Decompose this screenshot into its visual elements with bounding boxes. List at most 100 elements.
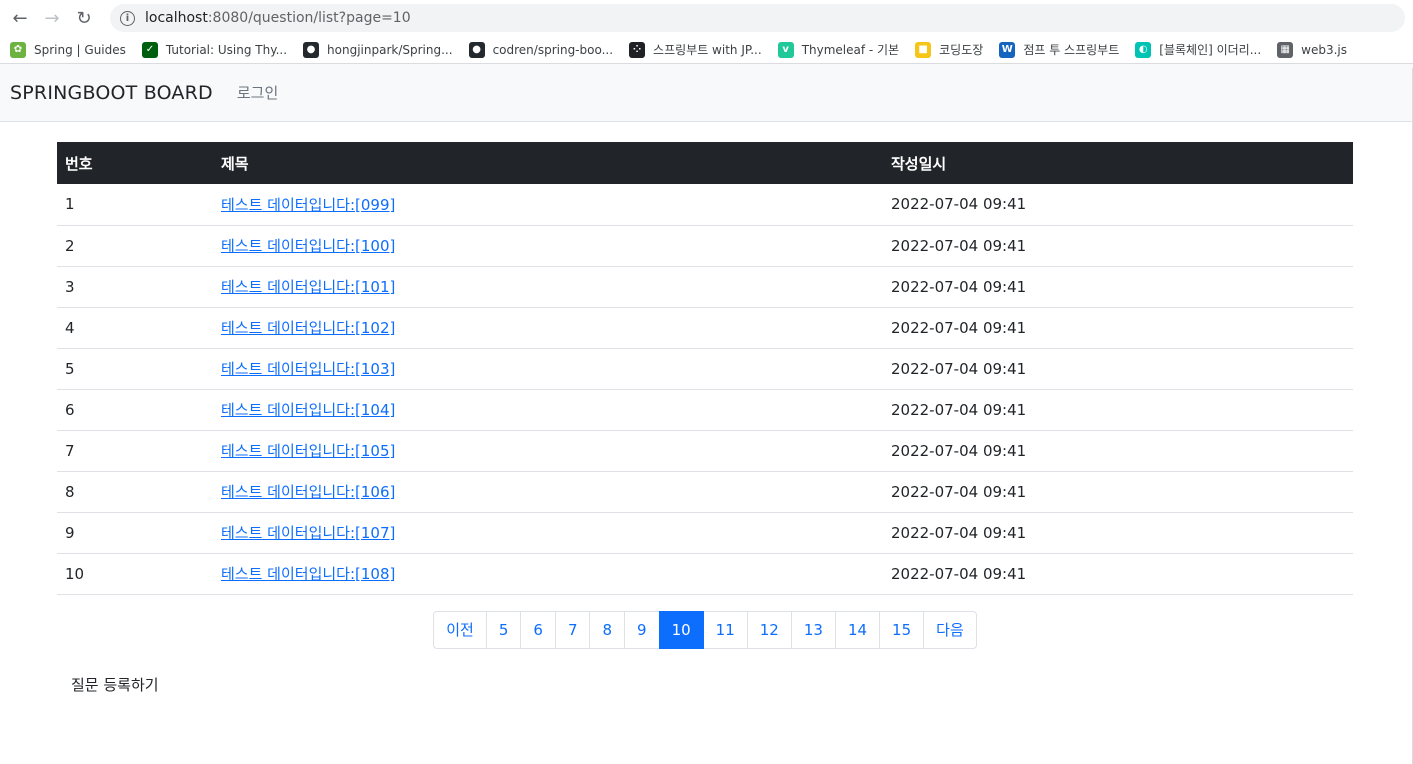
- bookmark-item[interactable]: ✓ Tutorial: Using Thy...: [141, 41, 288, 58]
- table-row: 1 테스트 데이터입니다:[099] 2022-07-04 09:41: [57, 184, 1353, 226]
- question-subject-link[interactable]: 테스트 데이터입니다:[106]: [221, 483, 395, 501]
- row-title-cell: 테스트 데이터입니다:[104]: [213, 389, 883, 431]
- table-row: 10 테스트 데이터입니다:[108] 2022-07-04 09:41: [57, 553, 1353, 595]
- question-subject-link[interactable]: 테스트 데이터입니다:[108]: [221, 565, 395, 583]
- question-subject-link[interactable]: 테스트 데이터입니다:[100]: [221, 237, 395, 255]
- row-number: 3: [57, 266, 213, 308]
- question-subject-link[interactable]: 테스트 데이터입니다:[099]: [221, 196, 395, 214]
- question-subject-link[interactable]: 테스트 데이터입니다:[102]: [221, 319, 395, 337]
- row-number: 7: [57, 430, 213, 472]
- brand-link[interactable]: SPRINGBOOT BOARD: [10, 82, 213, 104]
- address-bar[interactable]: i localhost:8080/question/list?page=10: [110, 4, 1405, 32]
- bookmark-label: Thymeleaf - 기본: [801, 43, 900, 57]
- create-question-button[interactable]: 질문 등록하기: [71, 674, 159, 695]
- page-button[interactable]: 14: [834, 610, 881, 649]
- table-row: 9 테스트 데이터입니다:[107] 2022-07-04 09:41: [57, 512, 1353, 554]
- bookmark-label: [블록체인] 이더리...: [1159, 43, 1262, 57]
- bookmark-label: 코딩도장: [939, 43, 984, 57]
- bookmark-label: Spring | Guides: [34, 42, 126, 57]
- row-date: 2022-07-04 09:41: [883, 512, 1353, 554]
- row-date: 2022-07-04 09:41: [883, 389, 1353, 431]
- bookmark-item[interactable]: ⁘ 스프링부트 with JP...: [629, 41, 762, 58]
- table-row: 8 테스트 데이터입니다:[106] 2022-07-04 09:41: [57, 471, 1353, 513]
- row-date: 2022-07-04 09:41: [883, 430, 1353, 472]
- page-button[interactable]: 12: [746, 610, 792, 649]
- spring-leaf-icon: ✿: [10, 41, 26, 58]
- thymeleaf-icon: ✓: [141, 41, 158, 58]
- row-number: 6: [57, 389, 213, 431]
- bookmarks-bar: ✿ Spring | Guides ✓ Tutorial: Using Thy... ●…: [0, 36, 1413, 64]
- login-link[interactable]: 로그인: [237, 82, 278, 103]
- row-title-cell: 테스트 데이터입니다:[101]: [213, 266, 883, 308]
- question-subject-link[interactable]: 테스트 데이터입니다:[103]: [221, 360, 395, 378]
- row-title-cell: 테스트 데이터입니다:[100]: [213, 225, 883, 267]
- reload-icon[interactable]: ↻: [72, 6, 96, 30]
- table-row: 6 테스트 데이터입니다:[104] 2022-07-04 09:41: [57, 389, 1353, 431]
- row-date: 2022-07-04 09:41: [883, 348, 1353, 390]
- question-subject-link[interactable]: 테스트 데이터입니다:[107]: [221, 524, 395, 542]
- bookmark-item[interactable]: ✿ Spring | Guides: [10, 41, 126, 58]
- question-subject-link[interactable]: 테스트 데이터입니다:[101]: [221, 278, 395, 296]
- browser-toolbar: ← → ↻ i localhost:8080/question/list?pag…: [0, 0, 1413, 36]
- bookmark-label: hongjinpark/Spring...: [327, 42, 453, 57]
- page-button[interactable]: 8: [589, 610, 626, 649]
- back-arrow-icon[interactable]: ←: [8, 6, 32, 30]
- bookmark-label: web3.js: [1301, 42, 1348, 57]
- bookmark-label: Tutorial: Using Thy...: [165, 42, 288, 57]
- row-date: 2022-07-04 09:41: [883, 225, 1353, 267]
- row-title-cell: 테스트 데이터입니다:[108]: [213, 553, 883, 595]
- bookmark-item[interactable]: ● hongjinpark/Spring...: [303, 41, 453, 58]
- bookmark-label: 스프링부트 with JP...: [653, 43, 762, 57]
- question-subject-link[interactable]: 테스트 데이터입니다:[104]: [221, 401, 395, 419]
- table-row: 4 테스트 데이터입니다:[102] 2022-07-04 09:41: [57, 307, 1353, 349]
- github-icon: ●: [468, 41, 485, 58]
- bookmark-item[interactable]: v Thymeleaf - 기본: [777, 41, 900, 58]
- row-date: 2022-07-04 09:41: [883, 471, 1353, 513]
- bookmark-item[interactable]: ● codren/spring-boo...: [468, 41, 613, 58]
- page-button[interactable]: 9: [624, 610, 660, 649]
- bookmark-item[interactable]: ◐ [블록체인] 이더리...: [1135, 41, 1261, 58]
- prev-page-button[interactable]: 이전: [433, 610, 487, 649]
- question-table: 번호 제목 작성일시 1 테스트 데이터입니다:[099] 2022-07-04 0…: [57, 142, 1353, 595]
- row-title-cell: 테스트 데이터입니다:[106]: [213, 471, 883, 513]
- chain-icon: ◐: [1135, 41, 1152, 58]
- codingdojang-icon: ■: [915, 41, 932, 58]
- page-button[interactable]: 7: [554, 610, 591, 649]
- header-date: 작성일시: [883, 142, 1353, 184]
- bookmark-item[interactable]: ▦ web3.js: [1277, 41, 1348, 58]
- page-button[interactable]: 6: [520, 610, 556, 649]
- question-subject-link[interactable]: 테스트 데이터입니다:[105]: [221, 442, 395, 460]
- row-number: 8: [57, 471, 213, 513]
- row-title-cell: 테스트 데이터입니다:[102]: [213, 307, 883, 349]
- table-header-row: 번호 제목 작성일시: [57, 142, 1353, 184]
- dots-icon: ⁘: [629, 41, 646, 58]
- info-icon[interactable]: i: [120, 10, 135, 26]
- row-number: 10: [57, 553, 213, 595]
- forward-arrow-icon[interactable]: →: [40, 6, 64, 30]
- velog-icon: v: [777, 41, 794, 58]
- page-button[interactable]: 5: [485, 610, 522, 649]
- page-button[interactable]: 11: [702, 610, 748, 649]
- row-number: 2: [57, 225, 213, 267]
- row-number: 1: [57, 184, 213, 226]
- bookmark-item[interactable]: W 점프 투 스프링부트: [999, 41, 1119, 58]
- main-content: 번호 제목 작성일시 1 테스트 데이터입니다:[099] 2022-07-04 0…: [57, 142, 1353, 695]
- page-button[interactable]: 10: [658, 610, 704, 649]
- navbar: SPRINGBOOT BOARD 로그인: [0, 64, 1413, 122]
- page-button[interactable]: 15: [879, 610, 925, 649]
- bookmark-item[interactable]: ■ 코딩도장: [915, 41, 983, 58]
- row-date: 2022-07-04 09:41: [883, 184, 1353, 226]
- next-page-button[interactable]: 다음: [923, 610, 977, 649]
- url-host: localhost: [145, 10, 208, 26]
- row-date: 2022-07-04 09:41: [883, 553, 1353, 595]
- table-row: 7 테스트 데이터입니다:[105] 2022-07-04 09:41: [57, 430, 1353, 472]
- header-title: 제목: [213, 142, 883, 184]
- header-number: 번호: [57, 142, 213, 184]
- row-title-cell: 테스트 데이터입니다:[107]: [213, 512, 883, 554]
- wikidocs-icon: W: [999, 41, 1016, 58]
- row-title-cell: 테스트 데이터입니다:[103]: [213, 348, 883, 390]
- page-button[interactable]: 13: [790, 610, 836, 649]
- table-row: 5 테스트 데이터입니다:[103] 2022-07-04 09:41: [57, 348, 1353, 390]
- row-number: 5: [57, 348, 213, 390]
- table-row: 2 테스트 데이터입니다:[100] 2022-07-04 09:41: [57, 225, 1353, 267]
